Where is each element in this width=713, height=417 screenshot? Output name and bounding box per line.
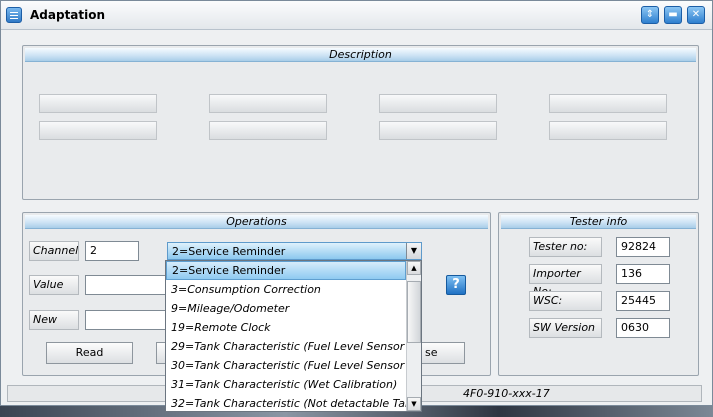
close-dialog-button[interactable]: se	[421, 342, 465, 364]
tester-info-header: Tester info	[501, 215, 696, 229]
channel-select[interactable]: 2=Service Reminder ▼	[167, 242, 422, 260]
restore-icon: ⇕	[645, 9, 655, 20]
new-value-input[interactable]	[85, 310, 167, 330]
tester-no-field: 92824	[616, 237, 670, 257]
value-label: Value	[29, 275, 79, 295]
dropdown-option[interactable]: 31=Tank Characteristic (Wet Calibration)	[166, 375, 406, 394]
close-button[interactable]: ✕	[687, 6, 705, 24]
sw-version-label: SW Version	[529, 318, 602, 338]
dropdown-option[interactable]: 3=Consumption Correction	[166, 280, 406, 299]
scroll-up-icon[interactable]: ▲	[407, 261, 421, 275]
importer-no-field: 136	[616, 264, 670, 284]
dropdown-option[interactable]: 30=Tank Characteristic (Fuel Level Senso…	[166, 356, 406, 375]
wsc-field: 25445	[616, 291, 670, 311]
restore-button[interactable]: ⇕	[641, 6, 659, 24]
dropdown-scrollbar[interactable]: ▲ ▼	[406, 261, 421, 411]
description-panel: Description	[22, 45, 699, 200]
channel-label: Channel	[29, 241, 79, 261]
channel-input[interactable]: 2	[85, 241, 139, 261]
wsc-label: WSC:	[529, 291, 602, 311]
dropdown-option[interactable]: 19=Remote Clock	[166, 318, 406, 337]
part-number: 4F0-910-xxx-17	[463, 387, 550, 400]
title-bar: Adaptation ⇕ ▬ ✕	[1, 1, 712, 30]
tester-no-label: Tester no:	[529, 237, 602, 257]
scroll-down-icon[interactable]: ▼	[407, 397, 421, 411]
window-title: Adaptation	[30, 8, 106, 22]
window-icon[interactable]	[6, 7, 22, 23]
chevron-down-icon[interactable]: ▼	[406, 243, 421, 259]
description-slot	[209, 94, 327, 113]
minimize-button[interactable]: ▬	[664, 6, 682, 24]
description-slot	[379, 121, 497, 140]
operations-header: Operations	[25, 215, 488, 229]
help-icon: ?	[452, 277, 460, 292]
dropdown-option[interactable]: 29=Tank Characteristic (Fuel Level Senso…	[166, 337, 406, 356]
value-field[interactable]	[85, 275, 167, 295]
sw-version-field: 0630	[616, 318, 670, 338]
channel-dropdown-list[interactable]: 2=Service Reminder 3=Consumption Correct…	[165, 260, 422, 412]
new-label: New	[29, 310, 79, 330]
description-slot	[379, 94, 497, 113]
description-slot	[549, 121, 667, 140]
channel-select-value: 2=Service Reminder	[172, 245, 286, 258]
close-icon: ✕	[691, 9, 701, 20]
description-header: Description	[25, 48, 696, 62]
dropdown-option[interactable]: 9=Mileage/Odometer	[166, 299, 406, 318]
importer-no-label: Importer No:	[529, 264, 602, 298]
scrollbar-thumb[interactable]	[407, 281, 421, 343]
dropdown-option[interactable]: 2=Service Reminder	[166, 261, 406, 280]
help-button[interactable]: ?	[446, 275, 466, 295]
read-button[interactable]: Read	[46, 342, 133, 364]
description-slot	[39, 94, 157, 113]
description-slot	[549, 94, 667, 113]
description-slot	[39, 121, 157, 140]
description-slot	[209, 121, 327, 140]
dropdown-option[interactable]: 32=Tank Characteristic (Not detactable T…	[166, 394, 406, 411]
minimize-icon: ▬	[668, 9, 678, 20]
